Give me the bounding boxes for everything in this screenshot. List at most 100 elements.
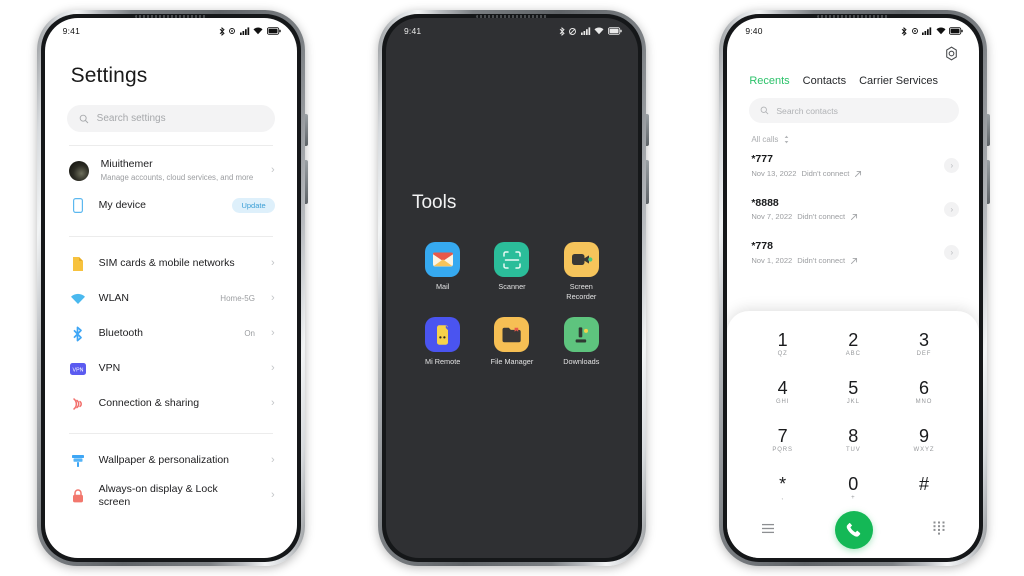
- settings-row-wlan[interactable]: WLAN Home-5G ›: [45, 281, 297, 316]
- scanner-icon: [494, 242, 530, 277]
- key-letters: JKL: [846, 398, 860, 405]
- volume-button[interactable]: [987, 114, 991, 146]
- key-letters: ABC: [845, 350, 861, 357]
- key-digit: 0: [848, 473, 859, 494]
- key-letters: ,: [781, 494, 784, 501]
- power-button[interactable]: [987, 160, 991, 204]
- earpiece-speaker: [475, 15, 548, 18]
- wifi-icon: [936, 27, 946, 35]
- dialpad-key-star[interactable]: *,: [747, 469, 818, 507]
- chevron-right-icon: ›: [270, 454, 275, 466]
- call-filter-dropdown[interactable]: All calls: [727, 123, 979, 144]
- outgoing-call-icon: [855, 170, 862, 177]
- dialpad-key-hash[interactable]: #: [889, 469, 960, 507]
- chevron-right-icon[interactable]: ›: [944, 245, 960, 261]
- earpiece-speaker: [817, 15, 890, 18]
- app-mail[interactable]: Mail: [408, 242, 477, 301]
- update-badge[interactable]: Update: [232, 198, 275, 213]
- dialpad-key-2[interactable]: 2 ABC: [818, 325, 889, 363]
- svg-text:VPN: VPN: [72, 367, 83, 373]
- lock-icon: [69, 487, 87, 505]
- dialpad-key-1[interactable]: 1 QZ: [747, 325, 818, 363]
- phone-outline-icon: [69, 197, 87, 215]
- volume-button[interactable]: [304, 114, 308, 146]
- outgoing-call-icon: [851, 257, 858, 264]
- call-status: Didn't connect: [801, 168, 850, 178]
- settings-row-account[interactable]: Miuithemer Manage accounts, cloud servic…: [45, 153, 297, 188]
- earpiece-speaker: [134, 15, 207, 18]
- alarm-icon: [229, 28, 236, 34]
- chevron-right-icon: ›: [270, 397, 275, 409]
- signal-icon: [580, 27, 591, 35]
- chevron-right-icon: ›: [270, 362, 275, 374]
- settings-row-vpn[interactable]: VPN VPN ›: [45, 351, 297, 386]
- vpn-icon: VPN: [69, 360, 87, 378]
- status-bar: 9:40: [727, 18, 979, 44]
- call-log-row[interactable]: *777 Nov 13, 2022 Didn't connect ›: [727, 144, 979, 188]
- settings-row-wallpaper[interactable]: Wallpaper & personalization ›: [45, 443, 297, 478]
- settings-row-bluetooth[interactable]: Bluetooth On ›: [45, 316, 297, 351]
- settings-row-connection-sharing[interactable]: Connection & sharing ›: [45, 386, 297, 421]
- key-letters: GHI: [775, 398, 790, 405]
- dialpad-key-6[interactable]: 6 MNO: [889, 373, 960, 411]
- chevron-right-icon[interactable]: ›: [944, 201, 960, 217]
- wallpaper-brush-icon: [69, 452, 87, 470]
- call-meta: Nov 7, 2022 Didn't connect: [751, 212, 936, 222]
- tab-recents[interactable]: Recents: [749, 75, 789, 87]
- call-log-row[interactable]: *778 Nov 1, 2022 Didn't connect ›: [727, 231, 979, 275]
- mail-icon: [425, 242, 461, 277]
- outgoing-call-icon: [851, 213, 858, 221]
- bluetooth-icon: [559, 26, 565, 36]
- settings-item-label: SIM cards & mobile networks: [98, 257, 235, 269]
- app-scanner[interactable]: Scanner: [477, 242, 546, 301]
- call-date: Nov 7, 2022: [751, 212, 793, 221]
- app-label: Screen Recorder: [566, 282, 597, 301]
- key-digit: 8: [848, 425, 859, 446]
- dialpad-key-3[interactable]: 3 DEF: [889, 325, 960, 363]
- settings-item-label: Wallpaper & personalization: [98, 454, 230, 466]
- app-downloads[interactable]: Downloads: [547, 317, 616, 367]
- call-log-row[interactable]: *8888 Nov 7, 2022 Didn't connect ›: [727, 188, 979, 232]
- dialpad-key-0[interactable]: 0 +: [818, 469, 889, 507]
- battery-icon: [607, 27, 622, 35]
- phone-call-icon[interactable]: [835, 511, 874, 549]
- app-file-manager[interactable]: File Manager: [477, 317, 546, 367]
- settings-row-lock-screen[interactable]: Always-on display & Lock screen ›: [45, 478, 297, 513]
- search-settings-input[interactable]: Search settings: [66, 105, 275, 132]
- settings-screen: 9:41 Settings Search settings Miuithemer…: [44, 18, 297, 558]
- call-filter-label: All calls: [751, 135, 779, 144]
- volume-button[interactable]: [645, 114, 649, 146]
- chevron-right-icon: ›: [270, 257, 275, 269]
- status-bar-time: 9:41: [62, 26, 80, 36]
- settings-item-label: Connection & sharing: [98, 397, 200, 409]
- key-digit: 2: [848, 329, 859, 350]
- wifi-icon: [69, 290, 87, 308]
- keypad-dots-icon[interactable]: [933, 521, 945, 540]
- dialpad-key-5[interactable]: 5 JKL: [818, 373, 889, 411]
- tab-carrier-services[interactable]: Carrier Services: [859, 75, 938, 87]
- dialpad-key-8[interactable]: 8 TUV: [818, 421, 889, 459]
- key-letters: +: [851, 494, 856, 501]
- dialpad-key-9[interactable]: 9 WXYZ: [889, 421, 960, 459]
- settings-item-label: Always-on display & Lock screen: [98, 482, 218, 508]
- dialpad-key-4[interactable]: 4 GHI: [747, 373, 818, 411]
- settings-row-sim-cards[interactable]: SIM cards & mobile networks ›: [45, 246, 297, 281]
- app-label: File Manager: [490, 357, 534, 366]
- mute-icon: [569, 27, 577, 35]
- settings-row-my-device[interactable]: My device Update: [45, 188, 297, 223]
- power-button[interactable]: [304, 160, 308, 204]
- app-screen-recorder[interactable]: Screen Recorder: [547, 242, 616, 301]
- power-button[interactable]: [645, 160, 649, 204]
- app-mi-remote[interactable]: Mi Remote: [408, 317, 477, 367]
- call-status: Didn't connect: [797, 212, 846, 221]
- tab-contacts[interactable]: Contacts: [803, 75, 846, 87]
- gear-icon[interactable]: [944, 46, 959, 66]
- menu-lines-icon[interactable]: [761, 521, 775, 539]
- phone-device-settings: 9:41 Settings Search settings Miuithemer…: [36, 10, 308, 566]
- dialpad-keys: 1 QZ 2 ABC 3 DEF 4 GHI 5 JKL 6 MNO 7 PQRS 8 TUV …: [747, 325, 959, 507]
- search-contacts-input[interactable]: Search contacts: [749, 98, 960, 123]
- chevron-right-icon[interactable]: ›: [944, 158, 960, 174]
- app-label: Scanner: [498, 282, 526, 291]
- key-letters: MNO: [915, 398, 933, 405]
- dialpad-key-7[interactable]: 7 PQRS: [747, 421, 818, 459]
